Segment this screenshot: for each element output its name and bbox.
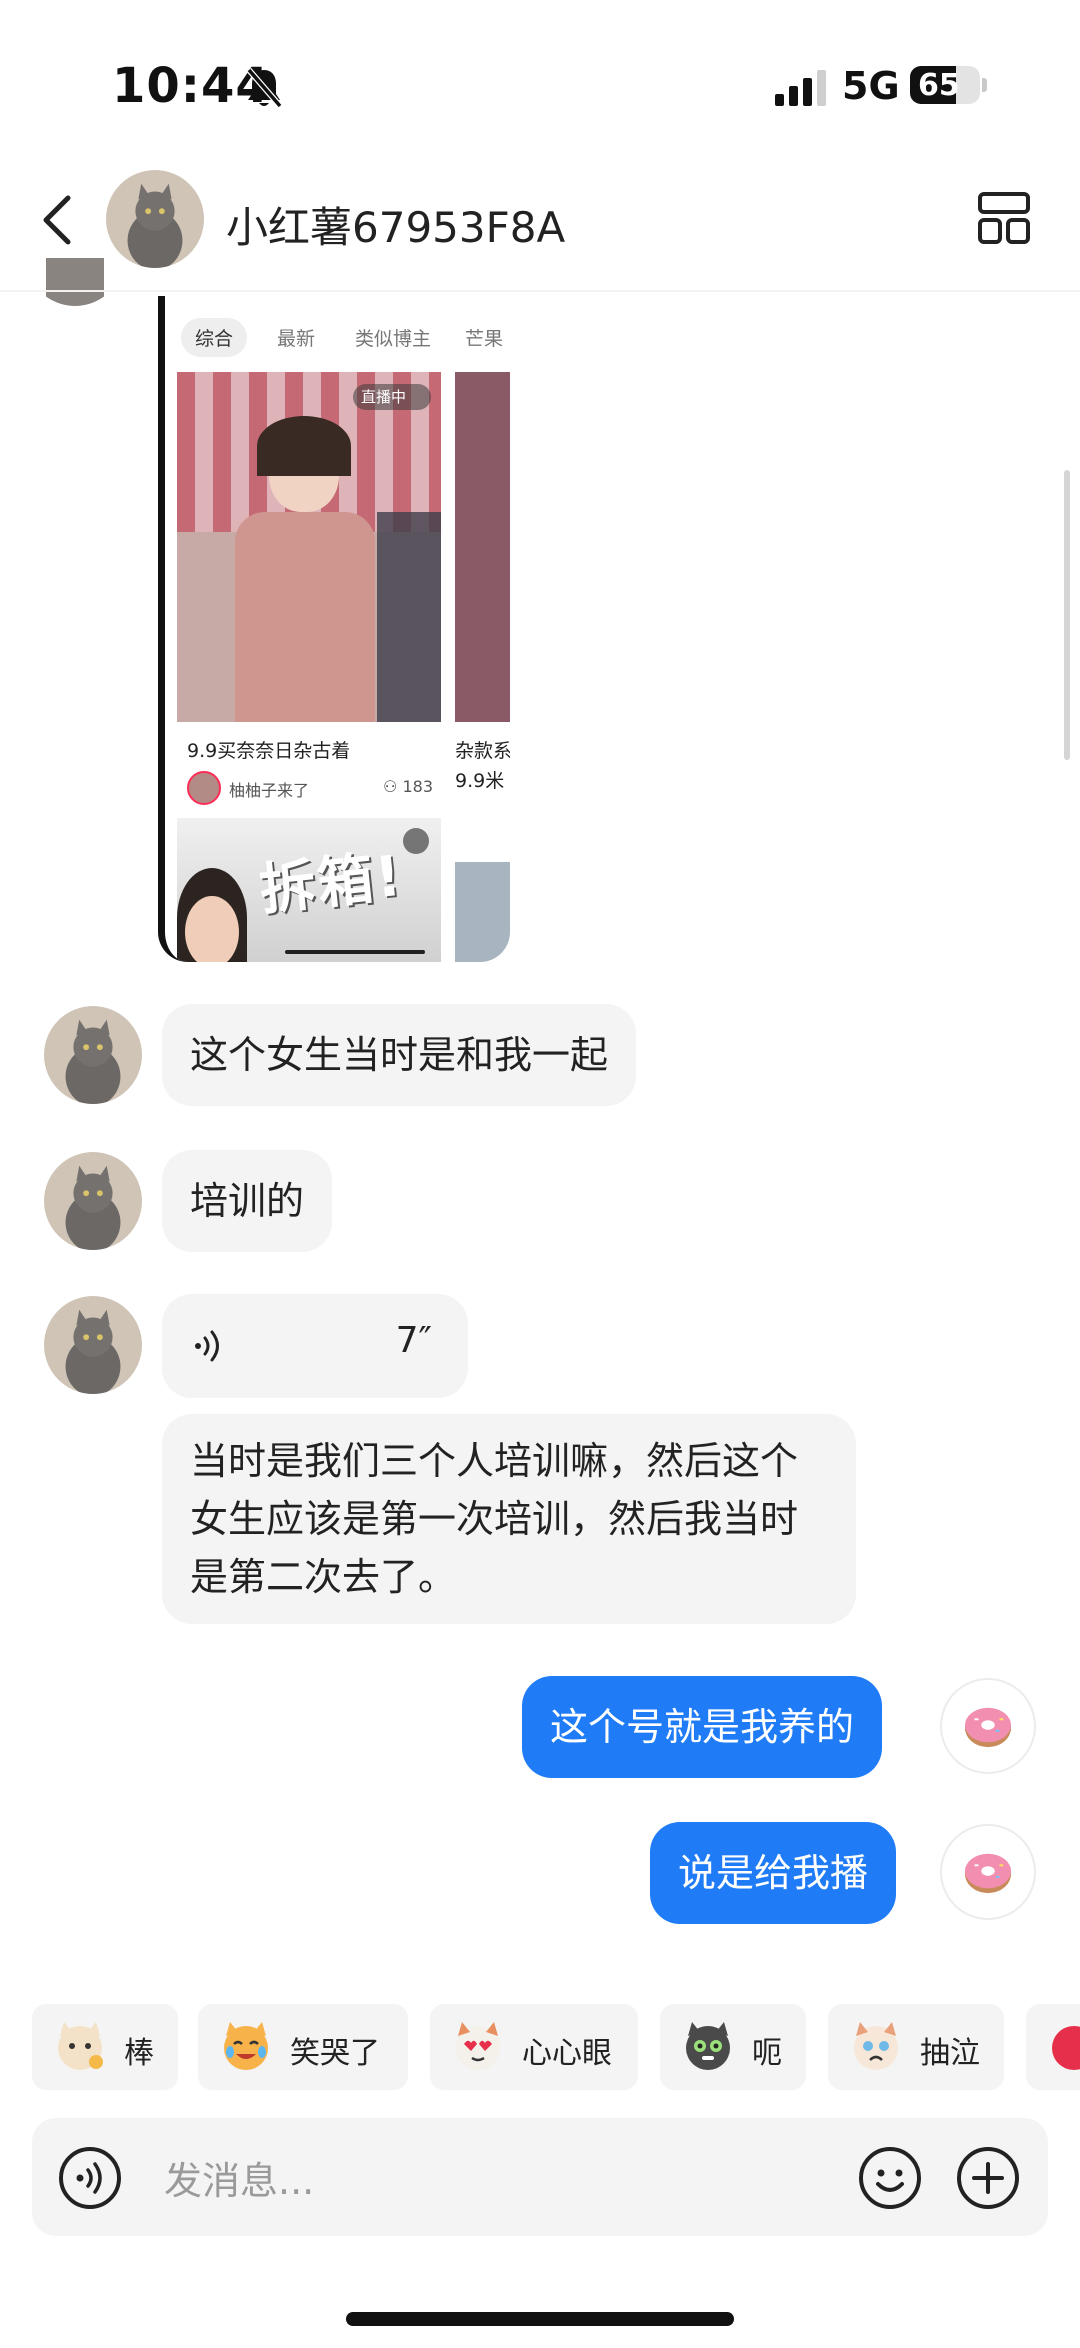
post-tab-最新: 最新 xyxy=(277,328,316,350)
message-bubble[interactable]: 培训的 xyxy=(162,1150,333,1252)
back-arrow-icon[interactable] xyxy=(38,190,78,250)
scrollbar[interactable] xyxy=(1064,470,1070,760)
cat-photo-icon xyxy=(44,1006,142,1104)
post-author-name: 柚柚子来了 xyxy=(229,781,310,800)
post-card-title: 9.9买奈奈日杂古着 xyxy=(187,740,351,762)
message-bubble[interactable]: 这个女生当时是和我一起 xyxy=(162,1004,637,1106)
donut-icon xyxy=(965,1707,1011,1748)
sender-avatar[interactable] xyxy=(44,1296,142,1394)
my-avatar[interactable] xyxy=(940,1678,1036,1774)
cat-photo-icon xyxy=(106,170,204,268)
post-author-avatar xyxy=(187,771,221,805)
silent-bell-icon xyxy=(246,68,283,108)
battery-indicator: 65 xyxy=(910,66,980,104)
my-message-bubble[interactable]: 说是给我播 xyxy=(650,1822,897,1924)
post-tab-芒果: 芒果 xyxy=(465,328,504,350)
partial-avatar xyxy=(46,258,104,308)
divider-line xyxy=(0,290,1080,292)
cellular-signal-icon xyxy=(775,70,826,106)
voice-message-bubble[interactable]: 7″ xyxy=(162,1294,468,1398)
quick-reaction-心心眼[interactable]: 心心眼 xyxy=(430,2004,638,2090)
cat-heart-eyes-icon xyxy=(456,2022,500,2070)
home-indicator[interactable] xyxy=(346,2312,734,2326)
battery-percent: 65 xyxy=(918,68,960,103)
post-tab-类似博主: 类似博主 xyxy=(355,328,432,350)
quick-reaction-抽泣[interactable]: 抽泣 xyxy=(828,2004,1004,2090)
message-input[interactable]: 发消息... xyxy=(164,2150,314,2205)
voice-input-icon[interactable] xyxy=(58,2146,122,2210)
battery-tip xyxy=(982,78,987,92)
quick-reaction-呃[interactable]: 呃 xyxy=(660,2004,806,2090)
post-second-sub: 9.9米 xyxy=(455,770,505,792)
post-tab-bar: 综合 最新 类似博主 芒果 xyxy=(175,316,510,357)
cat-photo-icon xyxy=(44,1152,142,1250)
post-second-title: 杂款系 xyxy=(455,740,510,762)
shared-post-image[interactable]: 综合 最新 类似博主 芒果 直播中 9.9买奈奈日杂古着 柚柚子来了 ⚇ 183… xyxy=(158,296,510,962)
emoji-icon[interactable] xyxy=(858,2146,922,2210)
my-avatar[interactable] xyxy=(940,1824,1036,1920)
cat-emoji-icon xyxy=(1052,2026,1080,2070)
network-type: 5G xyxy=(842,64,900,108)
add-icon[interactable] xyxy=(956,2146,1020,2210)
chat-title: 小红薯67953F8A xyxy=(226,203,566,252)
voice-wave-icon xyxy=(195,1330,219,1362)
donut-icon xyxy=(965,1853,1011,1894)
post-card-photo: 直播中 xyxy=(177,372,441,722)
quick-reaction-more[interactable] xyxy=(1026,2004,1080,2090)
post-tab-综合: 综合 xyxy=(181,318,248,357)
my-message-bubble[interactable]: 这个号就是我养的 xyxy=(522,1676,883,1778)
post-viewer-count: ⚇ 183 xyxy=(383,777,433,796)
sender-avatar[interactable] xyxy=(44,1152,142,1250)
post-home-bar xyxy=(285,950,425,954)
sender-avatar[interactable] xyxy=(44,1006,142,1104)
message-bubble[interactable]: 当时是我们三个人培训嘛，然后这个女生应该是第一次培训，然后我当时是第二次去了。 xyxy=(162,1414,856,1624)
unboxing-overlay-text: 拆箱! xyxy=(256,843,407,924)
cat-thumbs-up-icon xyxy=(58,2022,103,2070)
live-badge: 直播中 xyxy=(353,384,431,410)
layout-grid-icon[interactable] xyxy=(976,190,1032,246)
post-second-thumb xyxy=(455,862,510,962)
cat-photo-icon xyxy=(44,1296,142,1394)
cat-awkward-icon xyxy=(686,2022,730,2070)
voice-duration: 7″ xyxy=(395,1320,432,1361)
post-second-column xyxy=(455,372,510,722)
cat-sobbing-icon xyxy=(854,2022,898,2070)
quick-reaction-棒[interactable]: 棒 xyxy=(32,2004,178,2090)
cat-laughing-tears-icon xyxy=(224,2022,268,2070)
post-card-unboxing: 拆箱! xyxy=(177,818,441,962)
post-author-row: 柚柚子来了 ⚇ 183 xyxy=(187,771,441,807)
quick-reaction-笑哭了[interactable]: 笑哭了 xyxy=(198,2004,408,2090)
viewers-icon: ⚇ xyxy=(383,777,403,796)
contact-avatar[interactable] xyxy=(106,170,204,268)
